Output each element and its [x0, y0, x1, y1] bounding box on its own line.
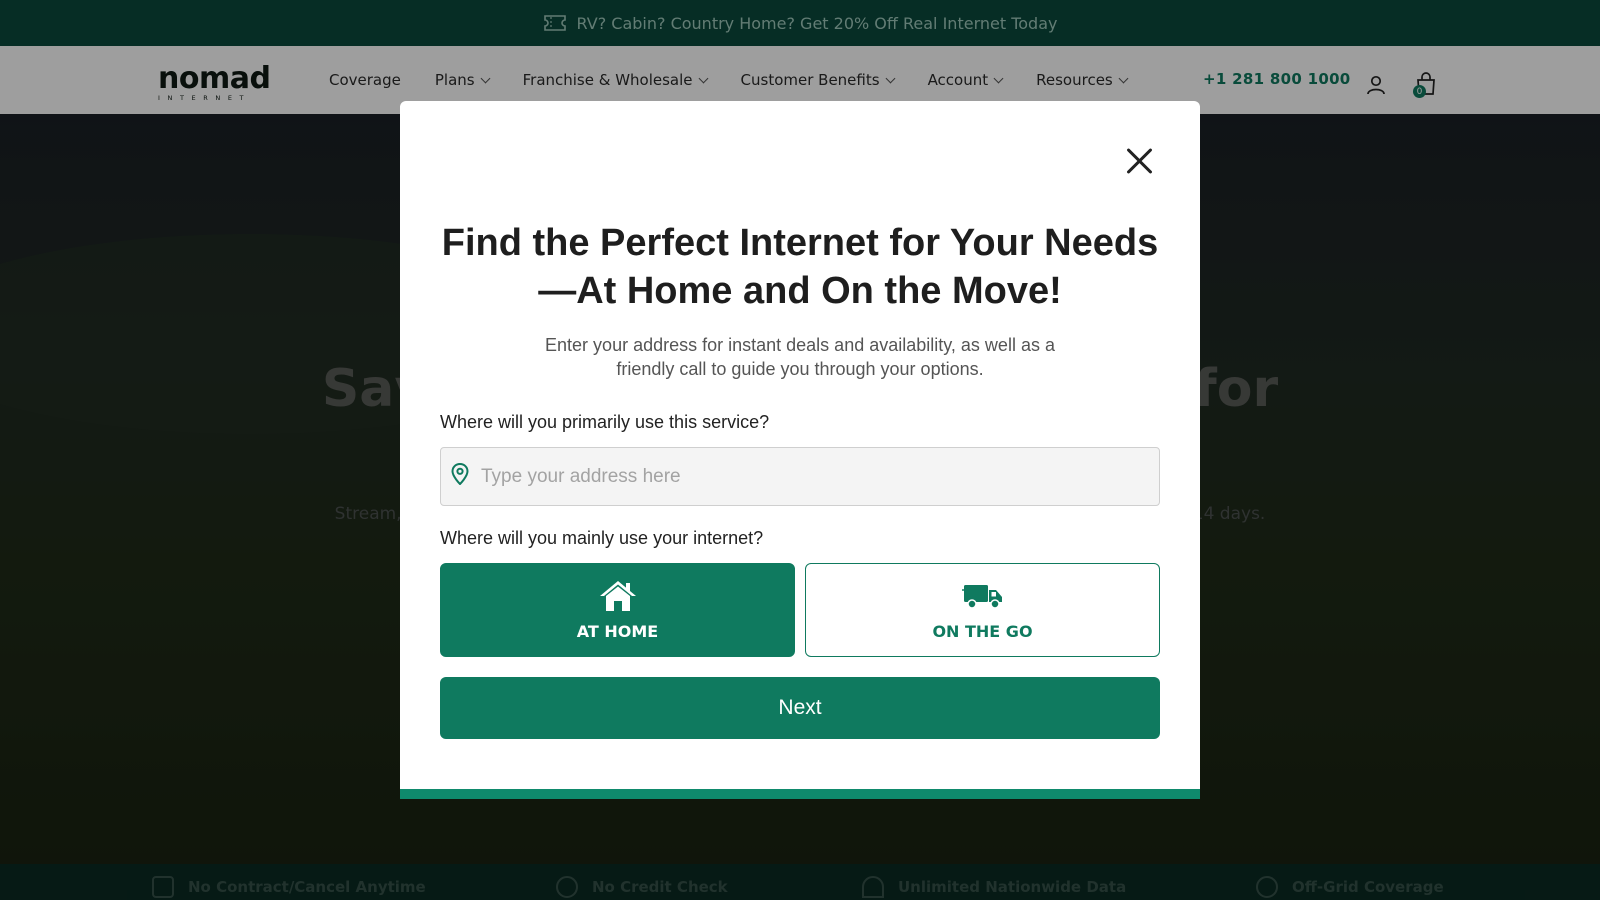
usage-label: Where will you mainly use your internet? — [440, 528, 764, 548]
next-button[interactable]: Next — [440, 677, 1160, 739]
address-field[interactable] — [440, 447, 1160, 506]
truck-icon — [961, 578, 1004, 614]
address-input[interactable] — [481, 465, 1121, 488]
house-icon — [598, 578, 638, 614]
address-label: Where will you primarily use this servic… — [440, 412, 770, 432]
modal-description: Enter your address for instant deals and… — [545, 335, 1055, 379]
modal-accent-bar — [400, 789, 1200, 799]
address-modal: Find the Perfect Internet for Your Needs… — [400, 101, 1200, 799]
at-home-label: AT HOME — [576, 622, 659, 641]
on-the-go-label: ON THE GO — [932, 622, 1033, 641]
map-pin-icon — [451, 462, 469, 490]
at-home-option[interactable]: AT HOME — [440, 563, 795, 657]
modal-title: Find the Perfect Internet for Your Needs… — [441, 222, 1159, 312]
close-icon[interactable] — [1126, 147, 1154, 175]
on-the-go-option[interactable]: ON THE GO — [805, 563, 1160, 657]
